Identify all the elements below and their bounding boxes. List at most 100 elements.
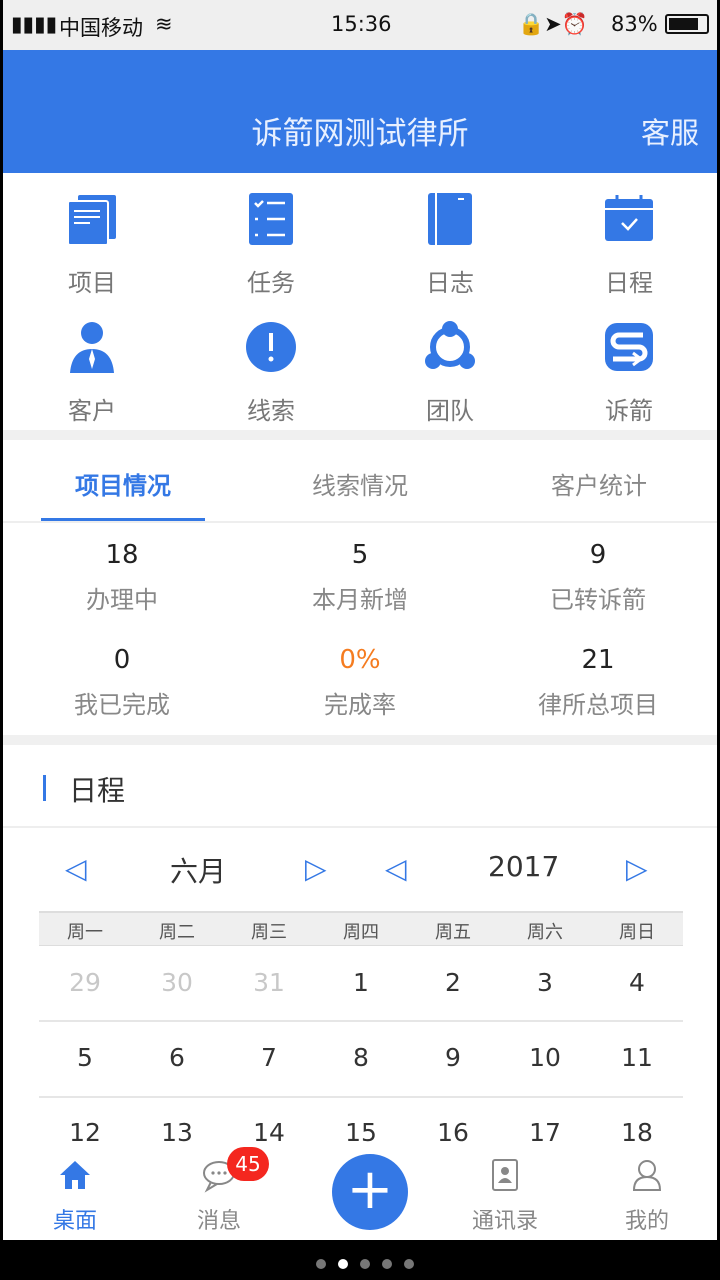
stat-item: 5 本月新增: [241, 540, 479, 615]
grid-item-label: 任务: [247, 269, 295, 297]
user-icon: [632, 1160, 662, 1191]
documents-icon: [67, 195, 116, 245]
grid-item[interactable]: 日志: [361, 181, 539, 306]
calendar-day[interactable]: 16: [407, 1118, 499, 1147]
calendar-day[interactable]: 5: [39, 1043, 131, 1072]
month-label: 六月: [170, 855, 227, 888]
page-dot: [316, 1259, 326, 1269]
grid-item[interactable]: 团队: [361, 309, 539, 434]
calendar-day[interactable]: 14: [223, 1118, 315, 1147]
weekday-label: 周二: [159, 922, 195, 943]
notebook-icon: [428, 193, 472, 245]
customer-service-button[interactable]: 客服: [641, 110, 699, 152]
grid-item-label: 线索: [247, 397, 295, 425]
stat-label: 律所总项目: [538, 691, 658, 719]
calendar-day[interactable]: 1: [315, 968, 407, 997]
section-marker: [43, 775, 46, 801]
prev-month-button[interactable]: ◁: [65, 852, 87, 885]
tab-desktop[interactable]: 桌面: [15, 1145, 135, 1240]
weekday-header: 周一 周二 周三 周四 周五 周六 周日: [39, 911, 683, 946]
tab-label: 通讯录: [471, 1209, 538, 1234]
unread-badge: 45: [227, 1147, 269, 1181]
signal-icon: ▮▮▮▮: [11, 12, 58, 36]
weekday-label: 周六: [527, 922, 563, 943]
grid-item[interactable]: 日程: [540, 181, 717, 306]
calendar-day[interactable]: 31: [223, 968, 315, 997]
section-title: 日程: [69, 774, 126, 807]
calendar-day[interactable]: 13: [131, 1118, 223, 1147]
client-icon: [70, 322, 114, 373]
grid-item[interactable]: 项目: [3, 181, 181, 306]
tab-leads[interactable]: 线索情况: [260, 466, 460, 501]
stat-label: 我已完成: [74, 691, 170, 719]
stat-item: 0% 完成率: [241, 645, 479, 720]
tab-projects[interactable]: 项目情况: [23, 466, 223, 501]
add-button[interactable]: +: [332, 1154, 408, 1230]
active-tab-indicator: [41, 518, 205, 521]
page-indicator: [316, 1254, 426, 1273]
calendar-day[interactable]: 29: [39, 968, 131, 997]
row-divider: [39, 1096, 683, 1098]
weekday-label: 周日: [619, 922, 655, 943]
team-icon: [425, 321, 475, 369]
grid-item-label: 客户: [68, 397, 116, 425]
calendar-icon: [605, 195, 653, 241]
next-year-button[interactable]: ▷: [626, 852, 648, 885]
checklist-icon: [249, 193, 293, 245]
home-icon: [60, 1161, 90, 1189]
tab-label: 我的: [624, 1209, 669, 1234]
stat-value: 0: [113, 645, 131, 675]
carrier: 中国移动: [59, 16, 143, 40]
calendar-day[interactable]: 8: [315, 1043, 407, 1072]
calendar-day[interactable]: 15: [315, 1118, 407, 1147]
weekday-label: 周一: [67, 922, 103, 943]
alert-icon: [246, 322, 296, 372]
stat-label: 办理中: [86, 586, 158, 614]
stat-item: 0 我已完成: [3, 645, 241, 720]
app-header: 诉箭网测试律所 客服: [3, 50, 717, 173]
calendar-day[interactable]: 18: [591, 1118, 683, 1147]
grid-item-label: 团队: [426, 397, 474, 425]
calendar-day[interactable]: 9: [407, 1043, 499, 1072]
grid-item-label: 日志: [426, 269, 474, 297]
divider: [3, 735, 717, 745]
grid-item[interactable]: 客户: [3, 309, 181, 434]
calendar-day[interactable]: 4: [591, 968, 683, 997]
prev-year-button[interactable]: ◁: [385, 852, 407, 885]
clock: 15:36: [331, 12, 392, 36]
stat-value: 21: [581, 645, 615, 675]
stat-label: 本月新增: [312, 586, 408, 614]
status-bar: ▮▮▮▮ 中国移动 ≋ 15:36 🔒➤⏰ 83%: [3, 0, 717, 50]
calendar-day[interactable]: 3: [499, 968, 591, 997]
page-dot: [360, 1259, 370, 1269]
calendar-day[interactable]: 6: [131, 1043, 223, 1072]
weekday-label: 周五: [435, 922, 471, 943]
row-divider: [39, 1020, 683, 1022]
calendar-day[interactable]: 30: [131, 968, 223, 997]
calendar-day[interactable]: 10: [499, 1043, 591, 1072]
calendar-day[interactable]: 2: [407, 968, 499, 997]
stat-value: 5: [351, 540, 369, 570]
calendar-day[interactable]: 12: [39, 1118, 131, 1147]
tab-mine[interactable]: 我的: [587, 1145, 707, 1240]
next-month-button[interactable]: ▷: [305, 852, 327, 885]
stat-label: 完成率: [324, 691, 396, 719]
tab-clients[interactable]: 客户统计: [499, 466, 699, 501]
tab-contacts[interactable]: 通讯录: [445, 1145, 565, 1240]
stat-value: 18: [105, 540, 139, 570]
grid-item-label: 日程: [605, 269, 653, 297]
schedule-header: 日程: [3, 745, 717, 828]
stat-item: 9 已转诉箭: [479, 540, 717, 615]
weekday-label: 周四: [343, 922, 379, 943]
calendar-day[interactable]: 7: [223, 1043, 315, 1072]
grid-item[interactable]: 诉箭: [540, 309, 717, 434]
battery-icon: [665, 14, 709, 34]
status-icons: 🔒➤⏰: [518, 12, 588, 36]
grid-item[interactable]: 线索: [182, 309, 360, 434]
calendar-day[interactable]: 11: [591, 1043, 683, 1072]
grid-item[interactable]: 任务: [182, 181, 360, 306]
calendar-day[interactable]: 17: [499, 1118, 591, 1147]
exchange-icon: [605, 323, 653, 371]
stat-value: 9: [589, 540, 607, 570]
page-dot: [404, 1259, 414, 1269]
